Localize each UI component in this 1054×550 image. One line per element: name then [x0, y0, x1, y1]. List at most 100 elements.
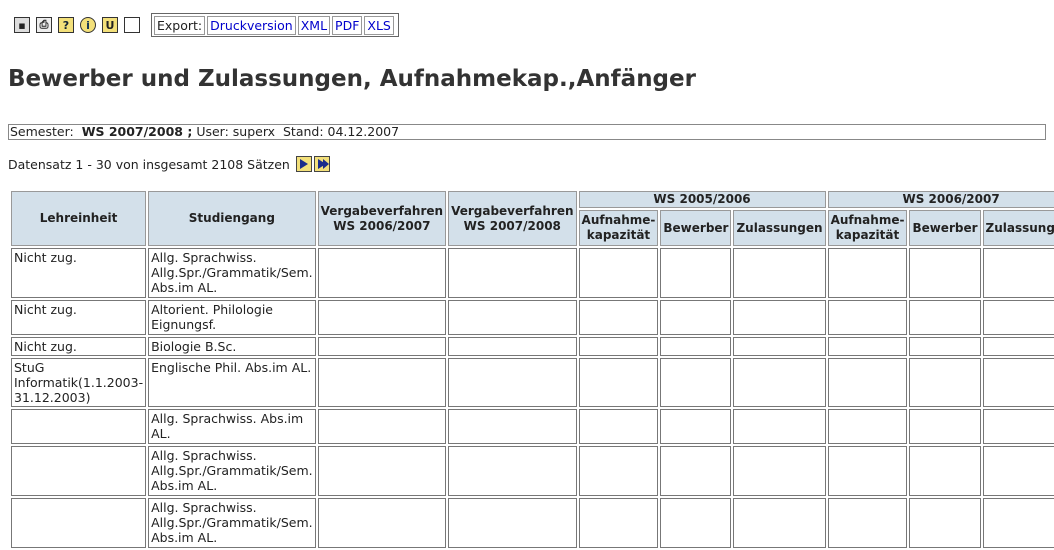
header-vergabe-2006: Vergabeverfahren WS 2006/2007	[317, 191, 447, 246]
cell-aufnahmekapazitaet	[827, 337, 908, 356]
semester-label: Semester:	[10, 124, 74, 139]
table-icon[interactable]	[124, 17, 140, 33]
table-row: Nicht zug. Altorient. Philologie Eignungs…	[11, 300, 1054, 335]
stand-text: Stand: 04.12.2007	[282, 124, 400, 139]
last-page-icon[interactable]	[313, 156, 330, 172]
user-text: User: superx	[196, 124, 276, 139]
header-vergabe-2007: Vergabeverfahren WS 2007/2008	[448, 191, 577, 246]
cell-vergabe-2006	[317, 498, 447, 548]
cell-vergabe-2007	[448, 358, 577, 407]
results-table: Lehreinheit Studiengang Vergabeverfahren…	[9, 189, 1054, 550]
cell-vergabe-2007	[448, 248, 577, 298]
cell-zulassungen	[982, 498, 1054, 548]
export-druckversion-link[interactable]: Druckversion	[207, 15, 296, 35]
cell-lehreinheit	[11, 446, 147, 496]
save-icon[interactable]: ▪	[14, 17, 30, 33]
cell-vergabe-2006	[317, 337, 447, 356]
table-row: Nicht zug. Biologie B.Sc.	[11, 337, 1054, 356]
cell-bewerber	[909, 337, 981, 356]
toolbar: ▪ ⎙ ? i U Export: Druckversion XML PDF X…	[14, 12, 399, 38]
subheader-bewerber: Bewerber	[909, 210, 981, 246]
info-icon[interactable]: i	[80, 17, 96, 33]
cell-zulassungen	[982, 337, 1054, 356]
table-row: Allg. Sprachwiss. Allg.Spr./Grammatik/Se…	[11, 498, 1054, 548]
cell-vergabe-2007	[448, 409, 577, 444]
cell-bewerber	[660, 409, 732, 444]
cell-bewerber	[660, 446, 732, 496]
cell-studiengang: Allg. Sprachwiss. Allg.Spr./Grammatik/Se…	[148, 446, 316, 496]
table-row: StuG Informatik(1.1.2003-31.12.2003) Engl…	[11, 358, 1054, 407]
cell-aufnahmekapazitaet	[827, 446, 908, 496]
cell-zulassungen	[733, 300, 826, 335]
cell-bewerber	[909, 300, 981, 335]
cell-aufnahmekapazitaet	[578, 498, 659, 548]
cell-aufnahmekapazitaet	[578, 337, 659, 356]
cell-studiengang: Allg. Sprachwiss. Allg.Spr./Grammatik/Se…	[148, 498, 316, 548]
cell-aufnahmekapazitaet	[578, 358, 659, 407]
cell-bewerber	[909, 498, 981, 548]
cell-aufnahmekapazitaet	[827, 498, 908, 548]
cell-zulassungen	[733, 446, 826, 496]
help-icon[interactable]: ?	[58, 17, 74, 33]
cell-bewerber	[660, 300, 732, 335]
cell-vergabe-2007	[448, 446, 577, 496]
cell-aufnahmekapazitaet	[827, 358, 908, 407]
cell-zulassungen	[733, 358, 826, 407]
cell-bewerber	[909, 446, 981, 496]
header-ws-2005-2006: WS 2005/2006	[578, 191, 826, 208]
cell-studiengang: Biologie B.Sc.	[148, 337, 316, 356]
cell-zulassungen	[982, 248, 1054, 298]
cell-vergabe-2007	[448, 337, 577, 356]
subheader-bewerber: Bewerber	[660, 210, 732, 246]
cell-bewerber	[660, 498, 732, 548]
cell-aufnahmekapazitaet	[578, 300, 659, 335]
filter-summary: Semester: WS 2007/2008 ; User: superx St…	[8, 124, 1046, 140]
export-pdf-link[interactable]: PDF	[332, 15, 363, 35]
export-xls-link[interactable]: XLS	[364, 15, 394, 35]
cell-bewerber	[909, 358, 981, 407]
cell-lehreinheit	[11, 409, 147, 444]
cell-bewerber	[909, 248, 981, 298]
cell-aufnahmekapazitaet	[827, 409, 908, 444]
cell-zulassungen	[982, 358, 1054, 407]
pagination: Datensatz 1 - 30 von insgesamt 2108 Sätz…	[8, 155, 330, 173]
table-body: Nicht zug. Allg. Sprachwiss. Allg.Spr./Gr…	[11, 248, 1054, 548]
cell-lehreinheit: Nicht zug.	[11, 300, 147, 335]
table-row: Allg. Sprachwiss. Abs.im AL.	[11, 409, 1054, 444]
cell-vergabe-2006	[317, 248, 447, 298]
cell-bewerber	[660, 248, 732, 298]
cell-studiengang: Englische Phil. Abs.im AL.	[148, 358, 316, 407]
cell-aufnahmekapazitaet	[578, 248, 659, 298]
export-label: Export:	[154, 15, 206, 35]
cell-aufnahmekapazitaet	[827, 300, 908, 335]
header-studiengang: Studiengang	[148, 191, 316, 246]
header-lehreinheit: Lehreinheit	[11, 191, 147, 246]
cell-bewerber	[909, 409, 981, 444]
cell-aufnahmekapazitaet	[827, 248, 908, 298]
cell-zulassungen	[982, 409, 1054, 444]
cell-zulassungen	[982, 446, 1054, 496]
cell-lehreinheit: StuG Informatik(1.1.2003-31.12.2003)	[11, 358, 147, 407]
cell-zulassungen	[733, 337, 826, 356]
cell-zulassungen	[733, 498, 826, 548]
cell-zulassungen	[982, 300, 1054, 335]
subheader-zulassungen: Zulassungen	[733, 210, 826, 246]
cell-zulassungen	[733, 409, 826, 444]
cell-studiengang: Allg. Sprachwiss. Allg.Spr./Grammatik/Se…	[148, 248, 316, 298]
page-title: Bewerber und Zulassungen, Aufnahmekap.,A…	[8, 66, 696, 92]
export-box: Export: Druckversion XML PDF XLS	[151, 13, 399, 37]
clip-icon[interactable]: U	[102, 17, 118, 33]
print-icon[interactable]: ⎙	[36, 17, 52, 33]
subheader-zulassungen: Zulassungen	[982, 210, 1054, 246]
table-row: Allg. Sprachwiss. Allg.Spr./Grammatik/Se…	[11, 446, 1054, 496]
next-page-icon[interactable]	[295, 156, 312, 172]
cell-vergabe-2006	[317, 358, 447, 407]
cell-studiengang: Allg. Sprachwiss. Abs.im AL.	[148, 409, 316, 444]
cell-zulassungen	[733, 248, 826, 298]
cell-vergabe-2006	[317, 446, 447, 496]
export-xml-link[interactable]: XML	[297, 15, 331, 35]
cell-vergabe-2006	[317, 409, 447, 444]
cell-lehreinheit: Nicht zug.	[11, 248, 147, 298]
cell-aufnahmekapazitaet	[578, 409, 659, 444]
cell-vergabe-2007	[448, 300, 577, 335]
